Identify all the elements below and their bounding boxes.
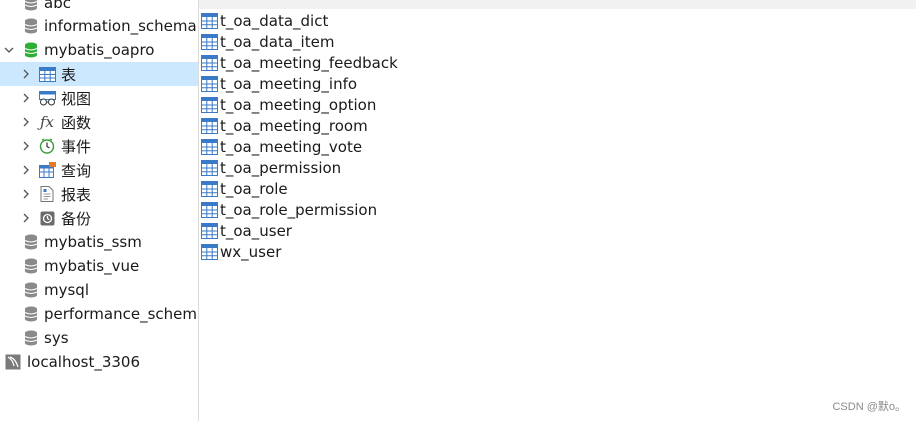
tree-item-database[interactable]: mysql <box>0 278 198 302</box>
watermark: CSDN @默o。 <box>832 401 906 413</box>
tree-item-database[interactable]: performance_schema <box>0 302 198 326</box>
chevron-right-icon[interactable] <box>20 206 32 230</box>
tree-item-queries[interactable]: 查询 <box>0 158 198 182</box>
table-list-item[interactable]: t_oa_meeting_room <box>199 115 368 136</box>
tree-item-reports[interactable]: 报表 <box>0 182 198 206</box>
table-icon <box>201 180 218 197</box>
table-icon <box>201 159 218 176</box>
function-icon: ƒx <box>39 113 54 131</box>
database-icon <box>22 305 40 323</box>
tree-item-label: sys <box>44 329 69 347</box>
database-icon <box>22 257 40 275</box>
table-list-item[interactable]: t_oa_role_permission <box>199 199 377 220</box>
query-icon <box>38 161 56 179</box>
table-list-item[interactable]: t_oa_role <box>199 178 288 199</box>
tree-item-events[interactable]: 事件 <box>0 134 198 158</box>
tree-item-functions[interactable]: ƒx 函数 <box>0 110 198 134</box>
chevron-down-icon[interactable] <box>3 38 15 62</box>
table-name: t_oa_permission <box>220 158 342 177</box>
table-list-item[interactable]: t_oa_meeting_feedback <box>199 52 398 73</box>
table-icon <box>201 54 218 71</box>
tree-item-views[interactable]: 视图 <box>0 86 198 110</box>
table-icon <box>201 96 218 113</box>
database-icon <box>22 281 40 299</box>
tree-item-tables[interactable]: 表 <box>0 62 198 86</box>
table-icon <box>201 201 218 218</box>
tree-item-label: mysql <box>44 281 89 299</box>
table-list-item[interactable]: t_oa_data_item <box>199 31 334 52</box>
tree-item-connection[interactable]: localhost_3306 <box>0 350 198 374</box>
tree-item-label: mybatis_ssm <box>44 233 142 251</box>
table-icon <box>201 243 218 260</box>
tree-item-database-open[interactable]: mybatis_oapro <box>0 38 198 62</box>
table-name: t_oa_meeting_room <box>220 116 368 135</box>
chevron-right-icon[interactable] <box>20 110 32 134</box>
tree-item-label: 函数 <box>61 113 92 132</box>
tree-item-database[interactable]: mybatis_ssm <box>0 230 198 254</box>
table-name: t_oa_meeting_option <box>220 95 377 114</box>
table-name: t_oa_meeting_vote <box>220 137 363 156</box>
table-name: wx_user <box>220 242 282 261</box>
table-list-item[interactable]: t_oa_permission <box>199 157 341 178</box>
tree-item-label: mybatis_vue <box>44 257 140 275</box>
tree-item-label: 查询 <box>61 161 92 180</box>
chevron-right-icon[interactable] <box>20 182 32 206</box>
chevron-right-icon[interactable] <box>20 158 32 182</box>
tree-item-label: abc <box>44 0 71 12</box>
table-list-item[interactable]: t_oa_data_dict <box>199 10 328 31</box>
tree-item-backups[interactable]: 备份 <box>0 206 198 230</box>
table-name: t_oa_user <box>220 221 292 240</box>
database-icon <box>22 17 40 35</box>
database-icon <box>22 0 40 12</box>
table-icon <box>38 65 56 83</box>
tree-item-label: 事件 <box>61 137 92 156</box>
tree-item-label: performance_schema <box>44 305 199 323</box>
backup-icon <box>38 209 56 227</box>
table-icon <box>201 12 218 29</box>
connection-icon <box>4 353 22 371</box>
table-icon <box>201 33 218 50</box>
navigation-tree: abc information_schema mybatis_oapro 表 视… <box>0 0 199 421</box>
table-list-item[interactable]: t_oa_meeting_vote <box>199 136 362 157</box>
table-list-item[interactable]: wx_user <box>199 241 281 262</box>
tree-item-database[interactable]: mybatis_vue <box>0 254 198 278</box>
table-list-item[interactable]: t_oa_meeting_option <box>199 94 376 115</box>
database-open-icon <box>22 41 40 59</box>
tree-item-label: 备份 <box>61 209 92 228</box>
table-name: t_oa_meeting_feedback <box>220 53 398 72</box>
tree-item-label: 表 <box>61 65 77 84</box>
tree-item-label: mybatis_oapro <box>44 41 155 59</box>
tree-item-label: information_schema <box>44 17 197 35</box>
tree-item-database[interactable]: information_schema <box>0 14 198 38</box>
table-icon <box>201 117 218 134</box>
table-name: t_oa_role_permission <box>220 200 378 219</box>
tree-item-label: 报表 <box>61 185 92 204</box>
database-icon <box>22 329 40 347</box>
chevron-right-icon[interactable] <box>20 134 32 158</box>
table-list-item[interactable]: t_oa_meeting_info <box>199 73 357 94</box>
chevron-right-icon[interactable] <box>20 86 32 110</box>
tree-item-label: 视图 <box>61 89 92 108</box>
table-icon <box>201 138 218 155</box>
table-icon <box>201 222 218 239</box>
database-icon <box>22 233 40 251</box>
table-name: t_oa_data_dict <box>220 11 329 30</box>
report-icon <box>38 185 56 203</box>
chevron-right-icon[interactable] <box>20 62 32 86</box>
table-name: t_oa_meeting_info <box>220 74 358 93</box>
view-icon <box>38 89 56 107</box>
tree-item-database[interactable]: sys <box>0 326 198 350</box>
tree-item-database[interactable]: abc <box>0 0 198 15</box>
table-icon <box>201 75 218 92</box>
table-name: t_oa_data_item <box>220 32 335 51</box>
object-toolbar-strip <box>199 0 916 9</box>
table-list: t_oa_data_dict t_oa_data_item t_oa_meeting… <box>199 9 916 421</box>
table-name: t_oa_role <box>220 179 288 198</box>
event-clock-icon <box>38 137 56 155</box>
table-list-item[interactable]: t_oa_user <box>199 220 292 241</box>
tree-item-label: localhost_3306 <box>27 353 141 371</box>
